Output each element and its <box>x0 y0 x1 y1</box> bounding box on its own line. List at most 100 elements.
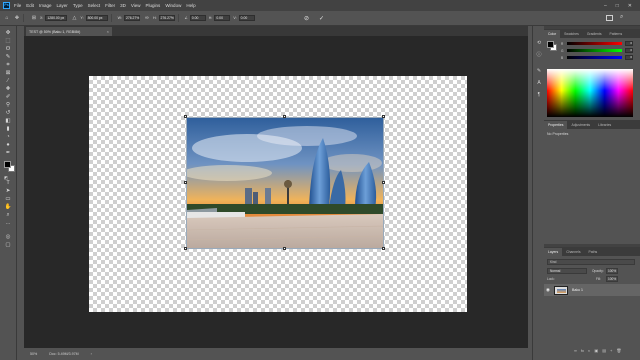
workspace-icon[interactable] <box>606 15 613 21</box>
frame-tool-icon[interactable]: ⊠ <box>4 70 12 77</box>
menu-filter[interactable]: Filter <box>105 3 115 8</box>
brush-settings-icon[interactable]: ✎ <box>536 68 542 74</box>
document-canvas[interactable] <box>89 76 467 312</box>
default-colors-icon[interactable]: ◩ <box>2 174 10 181</box>
type-tool-icon[interactable]: T <box>4 180 12 187</box>
layer-image-baku[interactable] <box>186 117 384 249</box>
home-icon[interactable]: ⌂ <box>4 15 10 21</box>
brush-tool-icon[interactable]: ✐ <box>4 94 12 101</box>
gradient-tool-icon[interactable]: ▮ <box>4 126 12 133</box>
tab-color[interactable]: Color <box>544 30 561 38</box>
color-spectrum[interactable] <box>547 69 633 117</box>
menu-3d[interactable]: 3D <box>120 3 126 8</box>
layer-style-icon[interactable]: fx <box>581 348 584 353</box>
eraser-tool-icon[interactable]: ◧ <box>4 118 12 125</box>
zoom-tool-icon[interactable]: ⌕ <box>4 212 12 219</box>
clone-stamp-tool-icon[interactable]: ⚲ <box>4 102 12 109</box>
menu-view[interactable]: View <box>131 3 141 8</box>
transform-handle-bottom-left[interactable] <box>184 247 187 250</box>
link-icon[interactable]: ∞ <box>144 15 150 21</box>
foreground-color-swatch[interactable] <box>4 161 11 168</box>
tab-properties[interactable]: Properties <box>544 121 568 129</box>
menu-type[interactable]: Type <box>73 3 83 8</box>
menu-file[interactable]: File <box>14 3 21 8</box>
commit-transform-button[interactable]: ✓ <box>319 15 324 22</box>
rectangle-tool-icon[interactable]: ▭ <box>4 196 12 203</box>
tab-libraries[interactable]: Libraries <box>594 121 615 129</box>
close-icon[interactable]: × <box>107 29 109 34</box>
hskew-field[interactable]: 0.00 <box>214 15 231 21</box>
layer-mask-icon[interactable]: ▣ <box>594 348 598 353</box>
tab-channels[interactable]: Channels <box>562 248 584 256</box>
reference-point-icon[interactable]: ⊞ <box>31 15 37 21</box>
pen-tool-icon[interactable]: ✒ <box>4 150 12 157</box>
layer-row[interactable]: ◉ Baku 1 <box>544 284 640 296</box>
green-value[interactable]: 0 <box>625 48 633 53</box>
menu-select[interactable]: Select <box>88 3 101 8</box>
quick-mask-icon[interactable]: ◎ <box>4 234 12 241</box>
more-tools-icon[interactable]: … <box>4 220 12 227</box>
tab-gradients[interactable]: Gradients <box>583 30 606 38</box>
menu-edit[interactable]: Edit <box>26 3 34 8</box>
new-layer-icon[interactable]: + <box>610 348 612 353</box>
healing-brush-tool-icon[interactable]: ✚ <box>4 86 12 93</box>
transform-handle-top-left[interactable] <box>184 115 187 118</box>
opacity-field[interactable]: 100% <box>606 268 618 274</box>
menu-layer[interactable]: Layer <box>57 3 68 8</box>
crop-tool-icon[interactable]: ⌗ <box>4 62 12 69</box>
search-icon[interactable]: ⌕ <box>620 14 623 21</box>
canvas-area[interactable] <box>24 36 528 348</box>
move-tool-preset-icon[interactable]: ✥ <box>14 15 20 21</box>
transform-handle-left[interactable] <box>184 181 187 184</box>
chevron-right-icon[interactable]: › <box>91 352 92 356</box>
menu-plugins[interactable]: Plugins <box>146 3 161 8</box>
history-brush-tool-icon[interactable]: ↺ <box>4 110 12 117</box>
tab-patterns[interactable]: Patterns <box>606 30 627 38</box>
dodge-tool-icon[interactable]: ● <box>4 142 12 149</box>
delta-icon[interactable]: △ <box>71 15 77 21</box>
history-panel-icon[interactable]: ⟲ <box>536 40 542 46</box>
transform-handle-bottom[interactable] <box>283 247 286 250</box>
tab-swatches[interactable]: Swatches <box>560 30 583 38</box>
transform-handle-top-right[interactable] <box>382 115 385 118</box>
marquee-tool-icon[interactable]: ⬚ <box>4 38 12 45</box>
blue-value[interactable]: 0 <box>625 55 633 60</box>
transform-handle-bottom-right[interactable] <box>382 247 385 250</box>
zoom-level[interactable]: 50% <box>30 352 37 356</box>
close-window-button[interactable]: ✕ <box>628 3 632 9</box>
height-field[interactable]: 276.27% <box>158 15 175 21</box>
menu-help[interactable]: Help <box>186 3 195 8</box>
cancel-transform-button[interactable]: ⊘ <box>304 15 309 22</box>
adjustment-layer-icon[interactable]: ◐ <box>588 348 590 353</box>
menu-image[interactable]: Image <box>39 3 52 8</box>
lasso-tool-icon[interactable]: ʘ <box>4 46 12 53</box>
angle-field[interactable]: 0.00 <box>189 15 206 21</box>
move-tool-icon[interactable]: ✥ <box>4 30 12 37</box>
transform-handle-top[interactable] <box>283 115 286 118</box>
trash-icon[interactable]: 🗑 <box>616 348 621 353</box>
blend-mode-select[interactable]: Normal <box>547 268 587 274</box>
layer-filter-select[interactable]: Kind <box>547 259 635 265</box>
blur-tool-icon[interactable]: ◔ <box>4 134 12 141</box>
eye-icon[interactable]: ◉ <box>544 287 552 293</box>
minimize-button[interactable]: – <box>604 3 607 9</box>
maximize-button[interactable]: □ <box>616 3 619 9</box>
info-panel-icon[interactable]: ⓘ <box>536 52 542 58</box>
vskew-field[interactable]: 0.00 <box>238 15 255 21</box>
document-tab[interactable]: TEST @ 50% (Baku 1, RGB/8#) × <box>26 27 112 36</box>
tab-layers[interactable]: Layers <box>544 248 563 256</box>
path-select-tool-icon[interactable]: ➤ <box>4 188 12 195</box>
tab-paths[interactable]: Paths <box>585 248 602 256</box>
color-panel-foreground-swatch[interactable] <box>547 41 554 48</box>
x-position-field[interactable]: 1280.00 px <box>45 15 68 21</box>
link-layers-icon[interactable]: ∞ <box>574 348 577 353</box>
screen-mode-icon[interactable]: ▢ <box>4 242 12 249</box>
quick-select-tool-icon[interactable]: ✎ <box>4 54 12 61</box>
fill-field[interactable]: 100% <box>606 276 618 282</box>
tab-adjustments[interactable]: Adjustments <box>567 121 594 129</box>
layer-name[interactable]: Baku 1 <box>572 288 583 292</box>
new-group-icon[interactable]: ▤ <box>602 348 606 353</box>
green-slider[interactable] <box>567 49 622 52</box>
width-field[interactable]: 276.27% <box>123 15 140 21</box>
transform-handle-right[interactable] <box>382 181 385 184</box>
